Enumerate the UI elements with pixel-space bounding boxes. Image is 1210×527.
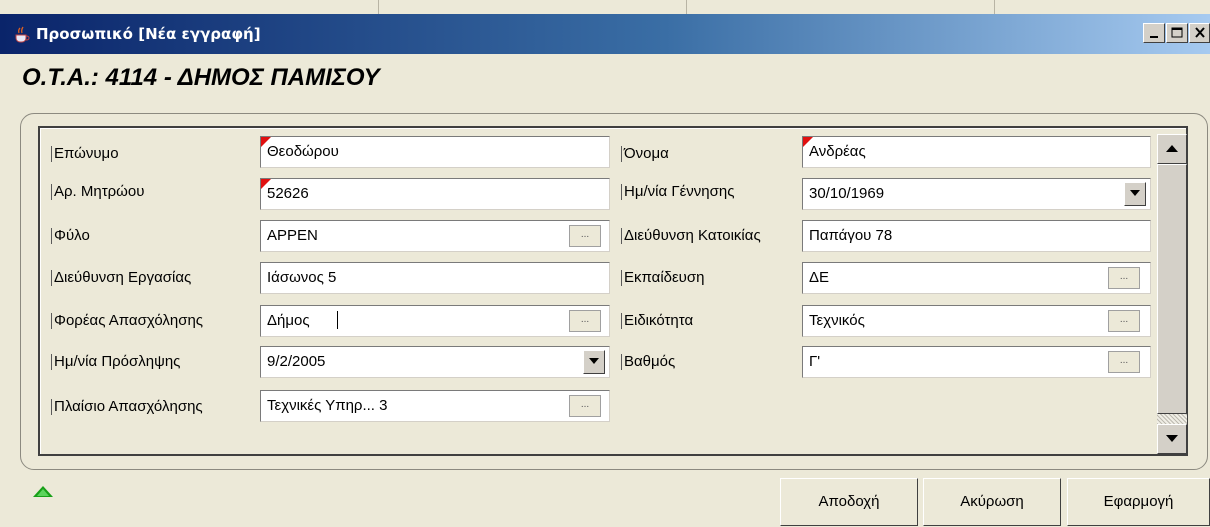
apply-button[interactable]: Εφαρμογή: [1067, 478, 1210, 526]
work-address-input[interactable]: Ιάσωνος 5: [260, 262, 610, 294]
triangle-up-icon[interactable]: [33, 486, 53, 502]
employer-lookup-button[interactable]: ...: [569, 310, 601, 332]
maximize-button[interactable]: [1166, 23, 1188, 43]
employer-field[interactable]: Δήμος ...: [260, 305, 610, 337]
work-address-label: Διεύθυνση Εργασίας: [51, 268, 191, 288]
strip-divider: [378, 0, 379, 14]
education-field[interactable]: ΔΕ ...: [802, 262, 1151, 294]
window-title: Προσωπικό [Νέα εγγραφή]: [36, 25, 261, 43]
vertical-scrollbar[interactable]: [1157, 134, 1187, 454]
grade-lookup-button[interactable]: ...: [1108, 351, 1140, 373]
birth-date-dropdown-button[interactable]: [1124, 182, 1146, 206]
hire-date-combobox[interactable]: 9/2/2005: [260, 346, 610, 378]
grade-label: Βαθμός: [621, 352, 675, 372]
hire-date-dropdown-button[interactable]: [583, 350, 605, 374]
hire-date-label: Ημ/νία Πρόσληψης: [51, 352, 180, 372]
scrollbar-thumb[interactable]: [1157, 164, 1187, 414]
birth-date-label: Ημ/νία Γέννησης: [621, 182, 734, 202]
registry-no-input[interactable]: 52626: [260, 178, 610, 210]
scroll-up-icon: [1166, 145, 1178, 152]
gender-lookup-button[interactable]: ...: [569, 225, 601, 247]
registry-no-label: Αρ. Μητρώου: [51, 182, 144, 202]
education-lookup-button[interactable]: ...: [1108, 267, 1140, 289]
accept-button[interactable]: Αποδοχή: [780, 478, 918, 526]
specialty-field[interactable]: Τεχνικός ...: [802, 305, 1151, 337]
maximize-icon: [1171, 27, 1183, 38]
scroll-down-button[interactable]: [1157, 424, 1187, 454]
close-button[interactable]: [1189, 23, 1210, 43]
java-cup-icon: [12, 24, 32, 44]
minimize-icon: [1150, 36, 1158, 38]
surname-label: Επώνυμο: [51, 144, 119, 164]
scroll-down-icon: [1166, 435, 1178, 442]
employment-frame-lookup-button[interactable]: ...: [569, 395, 601, 417]
strip-divider: [994, 0, 995, 14]
grade-field[interactable]: Γ' ...: [802, 346, 1151, 378]
gender-label: Φύλο: [51, 226, 90, 246]
specialty-label: Ειδικότητα: [621, 311, 693, 331]
home-address-label: Διεύθυνση Κατοικίας: [621, 226, 761, 246]
surname-input[interactable]: Θεοδώρου: [260, 136, 610, 168]
first-name-label: Όνομα: [621, 144, 669, 164]
window-title-bar[interactable]: Προσωπικό [Νέα εγγραφή]: [0, 14, 1210, 54]
scrollbar-track[interactable]: [1157, 414, 1187, 424]
employment-frame-label: Πλαίσιο Απασχόλησης: [51, 397, 203, 417]
municipality-title: Ο.Τ.Α.: 4114 - ΔΗΜΟΣ ΠΑΜΙΣΟΥ: [22, 64, 380, 91]
top-strip: [0, 0, 1210, 14]
education-label: Εκπαίδευση: [621, 268, 705, 288]
strip-divider: [686, 0, 687, 14]
first-name-input[interactable]: Ανδρέας: [802, 136, 1151, 168]
specialty-lookup-button[interactable]: ...: [1108, 310, 1140, 332]
chevron-down-icon: [589, 358, 599, 364]
scroll-up-button[interactable]: [1157, 134, 1187, 164]
text-cursor: [337, 311, 338, 329]
chevron-down-icon: [1130, 190, 1140, 196]
employment-frame-field[interactable]: Τεχνικές Υπηρ... 3 ...: [260, 390, 610, 422]
minimize-button[interactable]: [1143, 23, 1165, 43]
close-icon: [1195, 27, 1205, 38]
gender-field[interactable]: ΑΡΡΕΝ ...: [260, 220, 610, 252]
home-address-input[interactable]: Παπάγου 78: [802, 220, 1151, 252]
employer-label: Φορέας Απασχόλησης: [51, 311, 203, 331]
birth-date-combobox[interactable]: 30/10/1969: [802, 178, 1151, 210]
cancel-button[interactable]: Ακύρωση: [923, 478, 1061, 526]
